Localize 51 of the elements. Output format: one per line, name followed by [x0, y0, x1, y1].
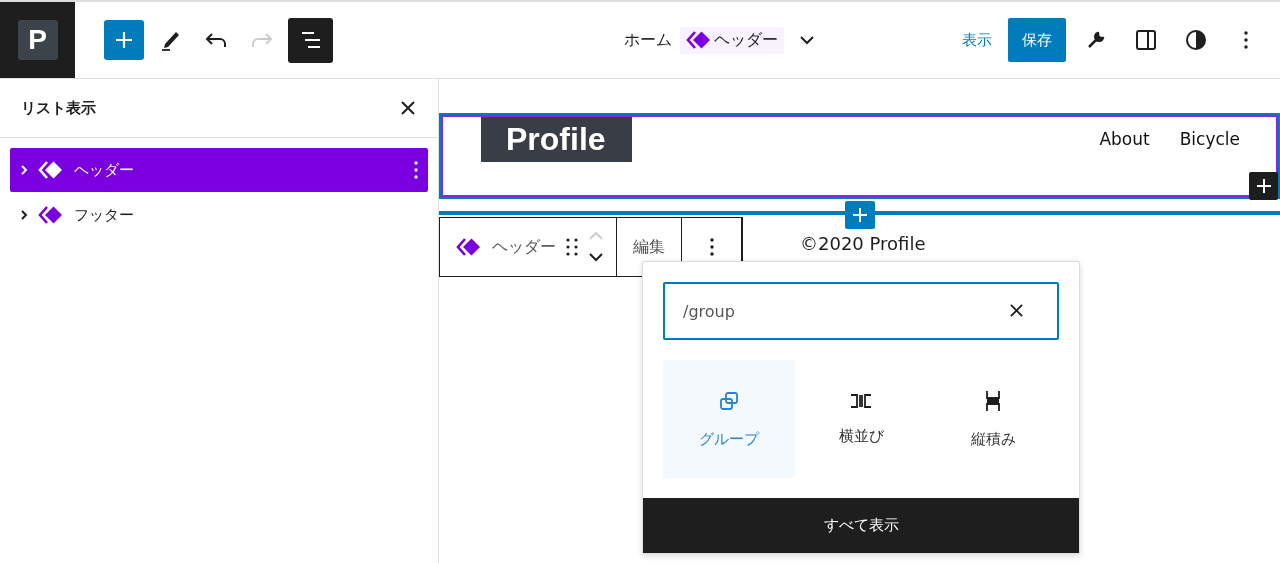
plus-icon [852, 207, 868, 223]
insert-button[interactable] [845, 201, 875, 229]
breadcrumb-home[interactable]: ホーム [623, 29, 672, 51]
panel-title: リスト表示 [21, 98, 96, 118]
more-icon [709, 238, 714, 256]
chevron-down-icon [799, 35, 814, 45]
chevron-right-icon [20, 209, 28, 221]
add-block-button[interactable] [1249, 172, 1278, 200]
nav-link[interactable]: About [1099, 129, 1150, 149]
row-icon [850, 392, 872, 409]
block-label: ヘッダー [492, 236, 556, 258]
close-icon [1010, 304, 1023, 317]
site-logo-area[interactable]: P [0, 2, 75, 78]
list-view-item[interactable]: フッター [10, 193, 428, 237]
save-button[interactable]: 保存 [1008, 18, 1066, 62]
header-block[interactable]: Profile About Bicycle [439, 113, 1280, 199]
clear-button[interactable] [1010, 304, 1023, 317]
drag-handle-icon [566, 238, 578, 256]
site-logo[interactable]: P [17, 20, 58, 60]
list-view-button[interactable] [288, 17, 333, 63]
expand-toggle[interactable] [20, 209, 28, 221]
chevron-right-icon [20, 164, 28, 176]
template-part-icon [456, 237, 482, 257]
more-icon [1244, 31, 1248, 49]
list-view-item[interactable]: ヘッダー [10, 148, 428, 192]
block-option[interactable]: 横並び [795, 360, 927, 478]
template-part-icon [38, 205, 64, 225]
block-option[interactable]: グループ [663, 360, 795, 478]
close-icon [401, 101, 415, 115]
view-link[interactable]: 表示 [962, 30, 992, 50]
breadcrumb-current[interactable]: ヘッダー [679, 26, 784, 54]
undo-icon [205, 32, 227, 48]
template-part-icon [38, 160, 64, 180]
show-all-button[interactable]: すべて表示 [643, 498, 1079, 553]
block-option[interactable]: 縦積み [927, 360, 1059, 478]
footer-text: ©2020 Profile [800, 233, 926, 254]
plus-icon [1255, 178, 1272, 194]
nav-link[interactable]: Bicycle [1179, 129, 1240, 149]
item-label: フッター [74, 205, 135, 225]
redo-icon [251, 32, 273, 48]
search-field[interactable]: /group [663, 282, 1059, 340]
sidebar-icon [1135, 29, 1157, 51]
item-label: ヘッダー [74, 160, 135, 180]
group-icon [718, 389, 740, 412]
half-circle-icon [1185, 29, 1207, 51]
more-icon [414, 161, 418, 179]
site-title: Profile [481, 117, 632, 162]
stack-icon [985, 389, 1001, 412]
plus-icon [114, 30, 134, 50]
wrench-icon [1086, 30, 1106, 50]
template-part-icon [685, 30, 712, 50]
